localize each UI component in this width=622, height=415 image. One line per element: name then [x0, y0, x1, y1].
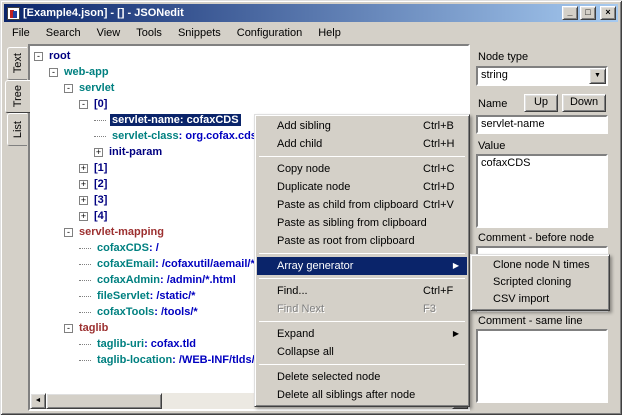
menu-view[interactable]: View [89, 25, 129, 41]
menu-item-array-generator[interactable]: Array generator▶ [257, 257, 467, 275]
submenu-arrow-icon: ▶ [453, 325, 459, 343]
menu-separator [259, 278, 465, 279]
tab-text[interactable]: Text [7, 47, 27, 80]
tree-node-web-app[interactable]: -web-app [30, 64, 468, 80]
app-icon [7, 7, 20, 20]
menu-item-paste-as-sibling[interactable]: Paste as sibling from clipboard [257, 214, 467, 232]
tree-line-stub [79, 280, 91, 281]
collapse-icon[interactable]: - [34, 52, 43, 61]
tree-node-servlet[interactable]: -servlet [30, 80, 468, 96]
scroll-left-icon[interactable]: ◄ [30, 393, 46, 409]
submenu-arrow-icon: ▶ [453, 257, 459, 275]
shortcut-label: Ctrl+B [423, 117, 454, 135]
menu-item-delete-all-siblings-after-node[interactable]: Delete all siblings after node [257, 386, 467, 404]
node-type-label: Node type [478, 51, 528, 63]
menu-file[interactable]: File [4, 25, 38, 41]
tree-node-root[interactable]: -root [30, 48, 468, 64]
menu-item-delete-selected-node[interactable]: Delete selected node [257, 368, 467, 386]
menu-tools[interactable]: Tools [128, 25, 170, 41]
node-type-value: string [481, 69, 508, 81]
scrollbar-thumb[interactable] [46, 393, 162, 409]
tree-line-stub [79, 264, 91, 265]
tree-line-stub [79, 296, 91, 297]
menu-bar: File Search View Tools Snippets Configur… [4, 23, 618, 42]
tree-line-stub [79, 344, 91, 345]
down-button[interactable]: Down [562, 94, 606, 112]
comment-before-label: Comment - before node [478, 232, 594, 244]
menu-item-copy-node[interactable]: Copy nodeCtrl+C [257, 160, 467, 178]
collapse-icon[interactable]: - [49, 68, 58, 77]
tab-list[interactable]: List [7, 113, 27, 146]
tab-tree[interactable]: Tree [5, 80, 30, 113]
submenu-item-clone-node-n-times[interactable]: Clone node N times [473, 257, 607, 274]
collapse-icon[interactable]: - [64, 84, 73, 93]
menu-separator [259, 253, 465, 254]
name-label: Name [478, 98, 507, 110]
tree-line-stub [94, 120, 106, 121]
menu-separator [259, 364, 465, 365]
shortcut-label: F3 [423, 300, 436, 318]
window-title: [Example4.json] - [] - JSONedit [23, 7, 562, 19]
submenu-item-csv-import[interactable]: CSV import [473, 291, 607, 308]
comment-same-line-textarea[interactable] [476, 329, 608, 403]
maximize-button[interactable]: □ [580, 6, 596, 20]
node-type-select[interactable]: string ▼ [476, 66, 608, 86]
menu-item-paste-as-child[interactable]: Paste as child from clipboardCtrl+V [257, 196, 467, 214]
up-button[interactable]: Up [524, 94, 558, 112]
menu-item-collapse-all[interactable]: Collapse all [257, 343, 467, 361]
menu-separator [259, 321, 465, 322]
expand-icon[interactable]: + [94, 148, 103, 157]
value-textarea[interactable]: cofaxCDS [476, 154, 608, 228]
expand-icon[interactable]: + [79, 212, 88, 221]
menu-item-add-child[interactable]: Add childCtrl+H [257, 135, 467, 153]
value-label: Value [478, 140, 505, 152]
shortcut-label: Ctrl+C [423, 160, 454, 178]
collapse-icon[interactable]: - [64, 228, 73, 237]
tree-line-stub [79, 312, 91, 313]
array-generator-submenu: Clone node N times Scripted cloning CSV … [470, 254, 610, 311]
title-bar[interactable]: [Example4.json] - [] - JSONedit _ □ × [4, 4, 618, 22]
menu-snippets[interactable]: Snippets [170, 25, 229, 41]
menu-search[interactable]: Search [38, 25, 89, 41]
menu-item-find[interactable]: Find...Ctrl+F [257, 282, 467, 300]
menu-item-find-next: Find NextF3 [257, 300, 467, 318]
menu-item-expand[interactable]: Expand▶ [257, 325, 467, 343]
menu-configuration[interactable]: Configuration [229, 25, 310, 41]
shortcut-label: Ctrl+D [423, 178, 454, 196]
tree-line-stub [79, 248, 91, 249]
minimize-button[interactable]: _ [562, 6, 578, 20]
close-button[interactable]: × [600, 6, 616, 20]
menu-item-duplicate-node[interactable]: Duplicate nodeCtrl+D [257, 178, 467, 196]
expand-icon[interactable]: + [79, 196, 88, 205]
name-input[interactable]: servlet-name [476, 115, 608, 134]
menu-separator [259, 156, 465, 157]
expand-icon[interactable]: + [79, 180, 88, 189]
comment-same-line-label: Comment - same line [478, 315, 583, 327]
tree-line-stub [94, 136, 106, 137]
shortcut-label: Ctrl+H [423, 135, 454, 153]
tree-node-0[interactable]: -[0] [30, 96, 468, 112]
collapse-icon[interactable]: - [64, 324, 73, 333]
menu-item-add-sibling[interactable]: Add siblingCtrl+B [257, 117, 467, 135]
app-window: [Example4.json] - [] - JSONedit _ □ × Fi… [0, 0, 622, 415]
dropdown-arrow-icon[interactable]: ▼ [589, 68, 606, 84]
context-menu: Add siblingCtrl+B Add childCtrl+H Copy n… [254, 114, 470, 407]
collapse-icon[interactable]: - [79, 100, 88, 109]
shortcut-label: Ctrl+V [423, 196, 454, 214]
menu-item-paste-as-root[interactable]: Paste as root from clipboard [257, 232, 467, 250]
expand-icon[interactable]: + [79, 164, 88, 173]
menu-help[interactable]: Help [310, 25, 349, 41]
submenu-item-scripted-cloning[interactable]: Scripted cloning [473, 274, 607, 291]
tree-line-stub [79, 360, 91, 361]
shortcut-label: Ctrl+F [423, 282, 453, 300]
